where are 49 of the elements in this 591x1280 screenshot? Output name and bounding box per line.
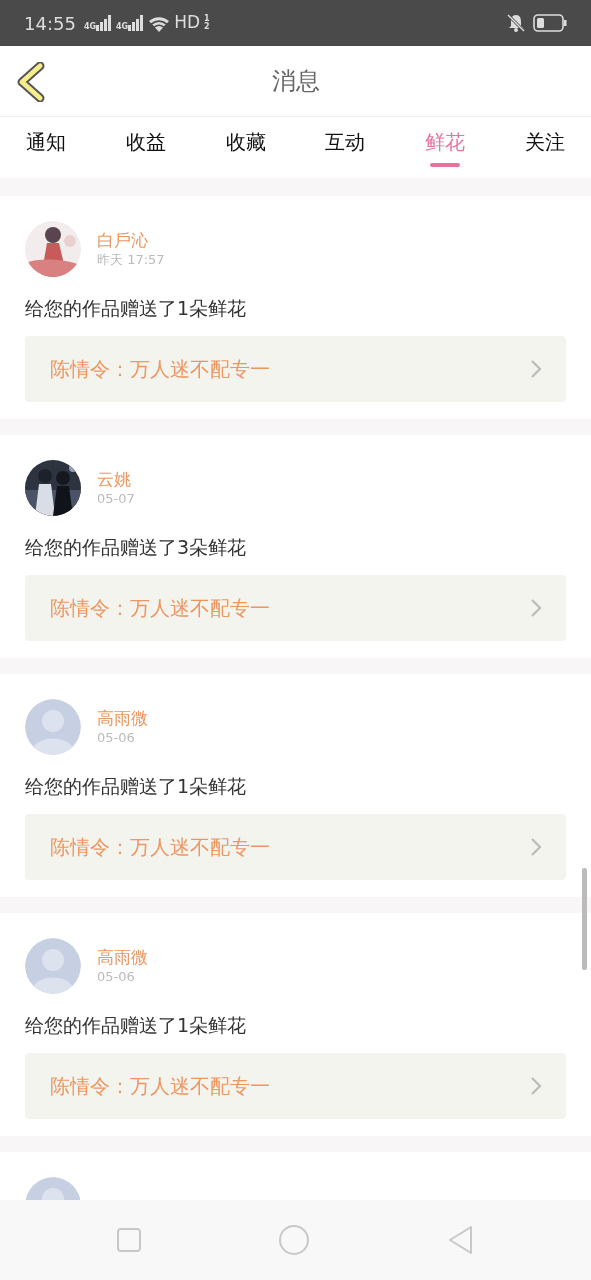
bell-muted-icon bbox=[507, 14, 525, 32]
message-time: 昨天 17:57 bbox=[97, 251, 165, 269]
network-label: 4G bbox=[83, 23, 96, 31]
user-name[interactable]: 高雨微 bbox=[97, 946, 148, 968]
signal-icon bbox=[128, 15, 145, 31]
work-link[interactable]: 陈情令：万人迷不配专一 bbox=[25, 336, 566, 402]
scrollbar-thumb[interactable] bbox=[582, 868, 587, 970]
tab[interactable]: 关注 bbox=[515, 117, 575, 178]
work-link[interactable]: 陈情令：万人迷不配专一 bbox=[25, 1053, 566, 1119]
chevron-right-icon bbox=[530, 1076, 542, 1096]
home-circle-icon[interactable] bbox=[278, 1224, 311, 1256]
chevron-right-icon bbox=[530, 837, 542, 857]
work-title: 陈情令：万人迷不配专一 bbox=[50, 834, 270, 861]
message-text: 给您的作品赠送了1朵鲜花 bbox=[25, 296, 248, 321]
network-label: 4G bbox=[116, 23, 129, 31]
message-text: 给您的作品赠送了1朵鲜花 bbox=[25, 774, 248, 799]
message-time: 05-07 bbox=[97, 490, 135, 508]
wifi-icon bbox=[148, 14, 171, 32]
square-icon[interactable] bbox=[116, 1227, 143, 1253]
page-title: 消息 bbox=[271, 66, 320, 97]
tab[interactable]: 收藏 bbox=[215, 117, 276, 178]
user-name[interactable]: 高雨微 bbox=[97, 707, 148, 729]
back-triangle-icon[interactable] bbox=[446, 1225, 475, 1255]
avatar-icon bbox=[25, 938, 81, 994]
message-time: 05-06 bbox=[97, 729, 136, 747]
work-title: 陈情令：万人迷不配专一 bbox=[50, 356, 270, 383]
avatar-icon bbox=[25, 699, 81, 755]
message-text: 给您的作品赠送了1朵鲜花 bbox=[25, 1013, 248, 1038]
signal-icon bbox=[96, 15, 112, 31]
hd-slot: 1 bbox=[204, 15, 210, 23]
tab[interactable]: 收益 bbox=[115, 117, 176, 178]
hd-slot: 2 bbox=[204, 23, 210, 31]
user-name[interactable]: 云姚 bbox=[97, 468, 135, 490]
work-link[interactable]: 陈情令：万人迷不配专一 bbox=[25, 575, 566, 641]
battery-icon bbox=[533, 14, 567, 32]
work-link[interactable]: 陈情令：万人迷不配专一 bbox=[25, 814, 566, 880]
tab[interactable]: 通知 bbox=[16, 117, 76, 178]
message-text: 给您的作品赠送了3朵鲜花 bbox=[25, 535, 248, 560]
user-name[interactable]: 白戶沁 bbox=[97, 229, 165, 251]
hd-label: HD bbox=[174, 11, 201, 35]
chevron-right-icon bbox=[530, 359, 542, 379]
status-time: 14:55 bbox=[24, 11, 76, 36]
back-button[interactable] bbox=[16, 62, 46, 102]
work-title: 陈情令：万人迷不配专一 bbox=[50, 595, 270, 622]
tab[interactable]: 互动 bbox=[315, 117, 376, 178]
work-title: 陈情令：万人迷不配专一 bbox=[50, 1073, 270, 1100]
tab[interactable]: 鲜花 bbox=[415, 117, 476, 178]
chevron-right-icon bbox=[530, 598, 542, 618]
message-time: 05-06 bbox=[97, 968, 136, 986]
